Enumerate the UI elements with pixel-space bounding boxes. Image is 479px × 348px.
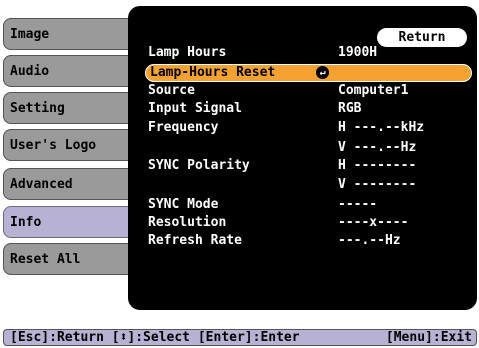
row-lamp-hours-reset[interactable]: Lamp-Hours Reset ↵	[145, 64, 472, 82]
tab-label: Info	[10, 214, 42, 230]
row-value: H --------	[338, 158, 417, 173]
tab-label: User's Logo	[10, 137, 97, 153]
row-label: Resolution	[148, 215, 227, 230]
row-frequency: Frequency H ---.--kHz	[144, 119, 471, 137]
row-value: 1900H	[338, 45, 378, 60]
footer-help-left: [Esc]:Return [⬍]:Select [Enter]:Enter	[10, 330, 300, 345]
tab-info[interactable]: Info	[3, 206, 139, 238]
row-value: V --------	[338, 177, 417, 192]
row-lamp-hours: Lamp Hours 1900H	[144, 44, 471, 62]
tab-setting[interactable]: Setting	[3, 92, 130, 124]
row-sync-polarity: SYNC Polarity H --------	[144, 157, 471, 175]
tab-label: Image	[10, 26, 50, 42]
row-value: ----x----	[338, 215, 409, 230]
row-value: RGB	[338, 101, 362, 116]
row-value: H ---.--kHz	[338, 120, 425, 135]
tab-label: Setting	[10, 100, 65, 116]
row-input-signal: Input Signal RGB	[144, 100, 471, 118]
tab-label: Audio	[10, 63, 50, 79]
row-label: Lamp-Hours Reset	[150, 65, 276, 80]
row-sync-mode: SYNC Mode -----	[144, 196, 471, 214]
row-resolution: Resolution ----x----	[144, 214, 471, 232]
tab-label: Reset All	[10, 251, 81, 267]
tab-image[interactable]: Image	[3, 18, 130, 50]
row-frequency-v: V ---.--Hz	[144, 139, 471, 157]
row-label: Refresh Rate	[148, 233, 242, 248]
row-label: Lamp Hours	[148, 45, 227, 60]
row-sync-polarity-v: V --------	[144, 176, 471, 194]
enter-icon: ↵	[316, 66, 329, 79]
row-value: ---.--Hz	[338, 233, 401, 248]
row-value: V ---.--Hz	[338, 140, 417, 155]
row-value: -----	[338, 197, 378, 212]
row-label: SYNC Polarity	[148, 158, 250, 173]
row-label: Frequency	[148, 120, 219, 135]
tab-advanced[interactable]: Advanced	[3, 168, 130, 200]
row-refresh-rate: Refresh Rate ---.--Hz	[144, 232, 471, 250]
footer-help-bar: [Esc]:Return [⬍]:Select [Enter]:Enter [M…	[3, 329, 477, 346]
tab-label: Advanced	[10, 176, 73, 192]
row-source: Source Computer1	[144, 82, 471, 100]
row-label: Input Signal	[148, 101, 242, 116]
row-label: Source	[148, 83, 195, 98]
row-label: SYNC Mode	[148, 197, 219, 212]
tab-audio[interactable]: Audio	[3, 55, 130, 87]
footer-help-right: [Menu]:Exit	[385, 330, 472, 345]
tab-users-logo[interactable]: User's Logo	[3, 129, 130, 161]
tab-reset-all[interactable]: Reset All	[3, 243, 130, 275]
return-label: Return	[398, 30, 446, 45]
row-value: Computer1	[338, 83, 409, 98]
